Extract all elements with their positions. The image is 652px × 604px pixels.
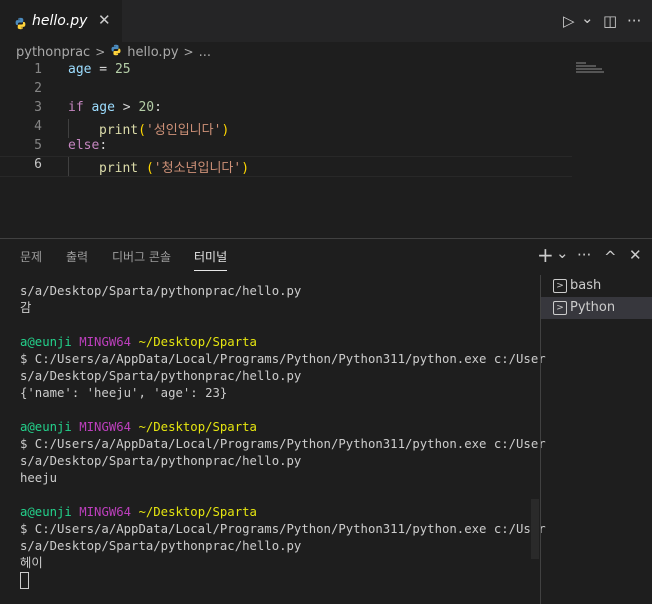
terminal-icon: > (553, 279, 567, 293)
terminal-line: 헤이 (20, 556, 43, 570)
code-token: age (83, 100, 115, 115)
line-number: 4 (34, 119, 42, 134)
line-number: 2 (34, 81, 42, 96)
terminal-icon: > (553, 301, 567, 315)
terminal-line: s/a/Desktop/Sparta/pythonprac/hello.py (20, 539, 302, 553)
tab-hello-py[interactable]: hello.py ✕ (0, 0, 122, 42)
tab-output[interactable]: 출력 (66, 248, 88, 265)
editor-tab-bar: hello.py ✕ ▷ ⌄ ◫ ··· (0, 0, 652, 42)
line-number: 6 (34, 157, 42, 172)
code-token: 20 (138, 100, 155, 115)
tab-debug-console[interactable]: 디버그 콘솔 (112, 248, 171, 265)
terminal-line: $ C:/Users/a/AppData/Local/Programs/Pyth… (20, 522, 546, 536)
breadcrumb-file[interactable]: hello.py (127, 45, 178, 60)
terminal-line: heeju (20, 471, 58, 485)
code-token: ) (221, 123, 230, 138)
code-line-4[interactable]: 4 print('성인입니다') (0, 119, 572, 138)
python-file-icon (110, 44, 122, 60)
code-token: age (68, 62, 92, 77)
code-token: if (68, 100, 84, 115)
run-dropdown-icon[interactable]: ⌄ (581, 9, 594, 27)
prompt-user: a@eunji (20, 505, 72, 519)
breadcrumb-folder[interactable]: pythonprac (16, 45, 90, 60)
minimap[interactable] (576, 62, 612, 76)
breadcrumb: pythonprac > hello.py > ... (16, 42, 211, 62)
terminal-line: s/a/Desktop/Sparta/pythonprac/hello.py (20, 284, 302, 298)
terminal-item-label: bash (570, 278, 602, 293)
prompt-host: MINGW64 (71, 420, 139, 434)
code-token: 25 (114, 62, 131, 77)
breadcrumb-more[interactable]: ... (199, 45, 211, 60)
code-token: print (99, 161, 139, 176)
terminal-line: $ C:/Users/a/AppData/Local/Programs/Pyth… (20, 352, 546, 366)
terminal-line: s/a/Desktop/Sparta/pythonprac/hello.py (20, 369, 302, 383)
code-token: else (68, 138, 100, 153)
code-token: > (114, 100, 139, 115)
prompt-host: MINGW64 (71, 505, 139, 519)
line-number: 3 (34, 100, 42, 115)
run-icon[interactable]: ▷ (563, 12, 575, 30)
panel-tab-bar: 문제 출력 디버그 콘솔 터미널 + ⌄ ··· ^ ✕ (0, 239, 652, 275)
code-line-3[interactable]: 3 if age > 20: (0, 100, 572, 119)
breadcrumb-separator: > (95, 45, 106, 59)
terminal-dropdown-icon[interactable]: ⌄ (556, 244, 569, 262)
terminal-cursor (20, 572, 29, 589)
more-actions-icon[interactable]: ··· (627, 12, 641, 30)
terminal-output[interactable]: s/a/Desktop/Sparta/pythonprac/hello.py 감… (20, 283, 546, 589)
tab-problems[interactable]: 문제 (20, 248, 42, 265)
terminal-item-bash[interactable]: > bash (541, 275, 652, 297)
tab-terminal[interactable]: 터미널 (194, 248, 228, 271)
prompt-path: ~/Desktop/Sparta (138, 420, 257, 434)
bottom-panel: 문제 출력 디버그 콘솔 터미널 + ⌄ ··· ^ ✕ s/a/Desktop… (0, 238, 652, 604)
terminal-line: s/a/Desktop/Sparta/pythonprac/hello.py (20, 454, 302, 468)
split-editor-icon[interactable]: ◫ (603, 12, 617, 30)
code-token: print (99, 123, 139, 138)
code-token: ( (138, 123, 146, 138)
python-file-icon (14, 15, 27, 34)
close-panel-icon[interactable]: ✕ (629, 246, 642, 264)
line-number: 1 (34, 62, 42, 77)
terminal-line: $ C:/Users/a/AppData/Local/Programs/Pyth… (20, 437, 546, 451)
terminal-scrollbar[interactable] (531, 499, 539, 559)
close-tab-icon[interactable]: ✕ (98, 11, 111, 29)
tab-label: hello.py (32, 13, 88, 29)
new-terminal-icon[interactable]: + (537, 243, 554, 267)
prompt-host: MINGW64 (71, 335, 139, 349)
terminal-item-python[interactable]: > Python (541, 297, 652, 319)
code-line-5[interactable]: 5 else: (0, 138, 572, 157)
line-number: 5 (34, 138, 42, 153)
code-token: '성인입니다' (145, 123, 222, 138)
prompt-user: a@eunji (20, 420, 72, 434)
maximize-panel-icon[interactable]: ^ (604, 248, 617, 266)
prompt-user: a@eunji (20, 335, 72, 349)
code-token: '청소년입니다' (153, 161, 242, 176)
code-line-1[interactable]: 1 age = 25 (0, 62, 572, 81)
terminal-prompt: a@eunji MINGW64 ~/Desktop/Sparta (20, 334, 530, 351)
code-token: : (99, 138, 108, 153)
terminal-prompt: a@eunji MINGW64 ~/Desktop/Sparta (20, 504, 530, 521)
terminal-prompt: a@eunji MINGW64 ~/Desktop/Sparta (20, 419, 530, 436)
code-token: = (91, 62, 115, 77)
terminal-line: 감 (20, 301, 32, 315)
more-icon[interactable]: ··· (577, 246, 591, 264)
prompt-path: ~/Desktop/Sparta (138, 505, 257, 519)
breadcrumb-separator: > (183, 45, 194, 59)
terminal-line: {'name': 'heeju', 'age': 23} (20, 386, 228, 400)
code-line-2[interactable]: 2 (0, 81, 572, 100)
prompt-path: ~/Desktop/Sparta (138, 335, 257, 349)
terminal-item-label: Python (570, 300, 616, 315)
code-token: ( (145, 161, 154, 176)
terminal-cursor-line (20, 572, 530, 589)
code-editor[interactable]: 1 age = 25 2 3 if age > 20: 4 print('성인입… (0, 62, 652, 238)
code-token: : (154, 100, 162, 115)
code-line-6[interactable]: 6 print ('청소년입니다') (0, 156, 572, 177)
terminal-list: > bash > Python (540, 275, 652, 604)
code-token: ) (241, 161, 250, 176)
